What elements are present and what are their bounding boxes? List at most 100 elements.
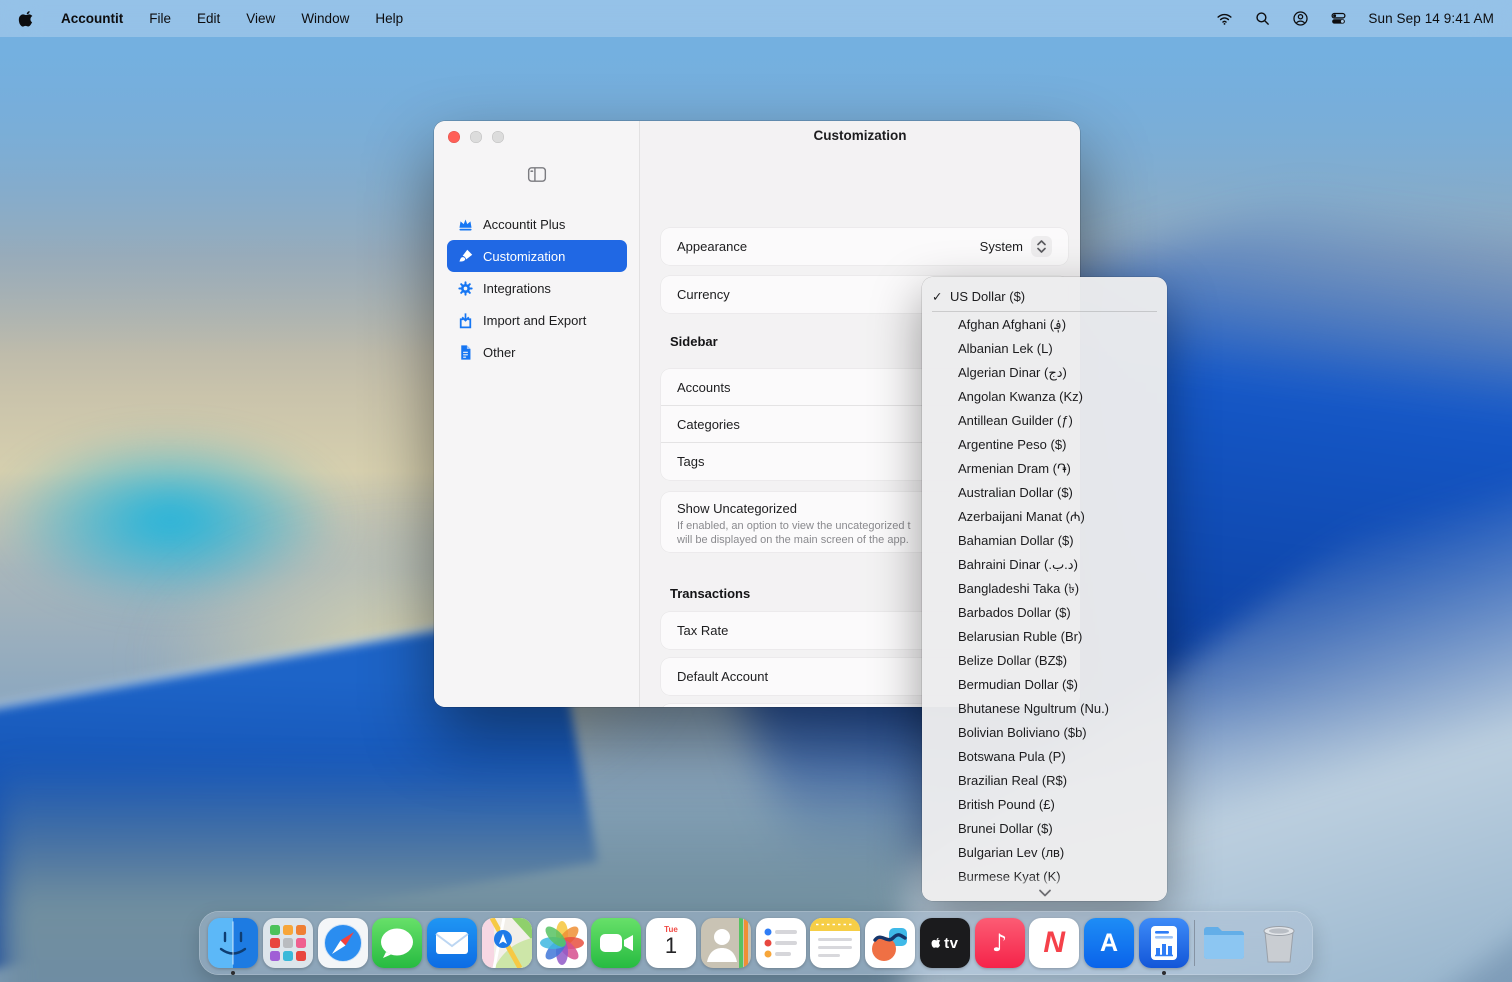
sidebar-item-customization[interactable]: Customization	[447, 240, 627, 272]
import-export-icon	[457, 312, 474, 329]
appearance-select[interactable]	[1031, 236, 1052, 257]
menu-option[interactable]: Argentine Peso ($)	[922, 433, 1167, 457]
sidebar-nav: Accountit Plus Customization	[447, 208, 627, 368]
dock-icon-app-store[interactable]: A	[1084, 918, 1134, 968]
user-icon[interactable]	[1292, 10, 1309, 27]
document-icon	[457, 344, 474, 361]
menu-option[interactable]: Belarusian Ruble (Br)	[922, 625, 1167, 649]
sidebar-item-label: Integrations	[483, 281, 551, 296]
wallpaper-teal-blob	[0, 400, 410, 640]
menu-option[interactable]: Angolan Kwanza (Kz)	[922, 385, 1167, 409]
menu-option[interactable]: Bangladeshi Taka (৳)	[922, 577, 1167, 601]
dock-icon-notes[interactable]	[810, 918, 860, 968]
menu-option[interactable]: Bolivian Boliviano ($b)	[922, 721, 1167, 745]
sidebar-item-label: Accountit Plus	[483, 217, 565, 232]
chevron-up-down-icon	[1036, 240, 1047, 253]
menubar-app-name[interactable]: Accountit	[61, 11, 123, 26]
categories-label: Categories	[677, 417, 740, 432]
dock-icon-news[interactable]: N	[1029, 918, 1079, 968]
menubar-item-edit[interactable]: Edit	[197, 11, 220, 26]
menu-divider	[932, 311, 1157, 312]
photos-pinwheel-icon	[537, 918, 587, 968]
menu-option-selected[interactable]: ✓ US Dollar ($)	[922, 283, 1167, 309]
dock-icon-reminders[interactable]	[756, 918, 806, 968]
selected-currency-label: US Dollar ($)	[950, 289, 1025, 304]
menu-option[interactable]: Brunei Dollar ($)	[922, 817, 1167, 841]
menu-option[interactable]: Antillean Guilder (ƒ)	[922, 409, 1167, 433]
tv-label: tv	[944, 935, 958, 952]
sidebar-item-integrations[interactable]: Integrations	[447, 272, 627, 304]
paintbrush-icon	[457, 248, 474, 265]
default-account-label: Default Account	[677, 669, 768, 684]
menu-option[interactable]: Azerbaijani Manat (₼)	[922, 505, 1167, 529]
dock-icon-facetime[interactable]	[591, 918, 641, 968]
menu-option[interactable]: Bulgarian Lev (лв)	[922, 841, 1167, 865]
control-center-icon[interactable]	[1330, 10, 1347, 27]
sidebar-item-other[interactable]: Other	[447, 336, 627, 368]
wifi-icon[interactable]	[1216, 10, 1233, 27]
sidebar-item-import-export[interactable]: Import and Export	[447, 304, 627, 336]
description-line-1: If enabled, an option to view the uncate…	[677, 520, 911, 532]
appearance-label: Appearance	[677, 239, 747, 254]
menu-option[interactable]: Bahraini Dinar (.د.ب)	[922, 553, 1167, 577]
menubar-clock[interactable]: Sun Sep 14 9:41 AM	[1368, 11, 1494, 26]
currency-label: Currency	[677, 287, 730, 302]
dock-icon-calendar[interactable]: Tue 1	[646, 918, 696, 968]
menu-option[interactable]: Brazilian Real (R$)	[922, 769, 1167, 793]
desktop: Accountit File Edit View Window Help	[0, 0, 1512, 982]
menubar-item-help[interactable]: Help	[375, 11, 403, 26]
zoom-button[interactable]	[492, 131, 504, 143]
dock-icon-music[interactable]: ♪	[975, 918, 1025, 968]
dock-icon-safari[interactable]	[318, 918, 368, 968]
sidebar-toggle-icon[interactable]	[527, 166, 547, 183]
launchpad-grid-icon	[263, 918, 313, 968]
menu-option[interactable]: British Pound (£)	[922, 793, 1167, 817]
menu-option[interactable]: Barbados Dollar ($)	[922, 601, 1167, 625]
safari-compass-icon	[318, 918, 368, 968]
dock-icon-mail[interactable]	[427, 918, 477, 968]
menu-option[interactable]: Albanian Lek (L)	[922, 337, 1167, 361]
description-line-2: will be displayed on the main screen of …	[677, 534, 909, 546]
dock-icon-finder[interactable]	[208, 918, 258, 968]
dock-icon-accountit[interactable]	[1139, 918, 1189, 968]
minimize-button[interactable]	[470, 131, 482, 143]
menu-option[interactable]: Belize Dollar (BZ$)	[922, 649, 1167, 673]
sidebar-item-label: Import and Export	[483, 313, 586, 328]
menu-option[interactable]: Bermudian Dollar ($)	[922, 673, 1167, 697]
finder-face-icon	[208, 918, 258, 968]
checkmark-icon: ✓	[932, 289, 944, 304]
menu-option[interactable]: Algerian Dinar (دج)	[922, 361, 1167, 385]
menubar-item-file[interactable]: File	[149, 11, 171, 26]
dock-icon-contacts[interactable]	[701, 918, 751, 968]
menu-option[interactable]: Armenian Dram (֏)	[922, 457, 1167, 481]
close-button[interactable]	[448, 131, 460, 143]
sidebar-item-accountit-plus[interactable]: Accountit Plus	[447, 208, 627, 240]
folder-icon	[1199, 918, 1249, 968]
dock-icon-trash[interactable]	[1254, 918, 1304, 968]
dock-icon-tv[interactable]: tv	[920, 918, 970, 968]
crown-icon	[457, 216, 474, 233]
sidebar-item-label: Customization	[483, 249, 565, 264]
menu-option[interactable]: Australian Dollar ($)	[922, 481, 1167, 505]
dock-icon-messages[interactable]	[372, 918, 422, 968]
section-header-sidebar: Sidebar	[670, 334, 718, 349]
search-icon[interactable]	[1254, 10, 1271, 27]
dock-icon-photos[interactable]	[537, 918, 587, 968]
menu-option[interactable]: Botswana Pula (P)	[922, 745, 1167, 769]
menu-option[interactable]: Bhutanese Ngultrum (Nu.)	[922, 697, 1167, 721]
menu-option[interactable]: Bahamian Dollar ($)	[922, 529, 1167, 553]
scroll-down-icon[interactable]	[1038, 888, 1052, 898]
dock-icon-downloads-folder[interactable]	[1199, 918, 1249, 968]
video-camera-icon	[591, 918, 641, 968]
dock-separator	[1194, 920, 1195, 966]
dock-icon-freeform[interactable]	[865, 918, 915, 968]
window-controls	[448, 131, 504, 143]
menu-scroll-fade	[922, 875, 1167, 901]
menubar-item-view[interactable]: View	[246, 11, 275, 26]
apple-menu[interactable]	[18, 10, 35, 27]
menubar-item-window[interactable]: Window	[301, 11, 349, 26]
dock-icon-maps[interactable]	[482, 918, 532, 968]
dock-icon-launchpad[interactable]	[263, 918, 313, 968]
menu-option[interactable]: Afghan Afghani (؋)	[922, 313, 1167, 337]
currency-dropdown-menu: ✓ US Dollar ($) Afghan Afghani (؋) Alban…	[922, 277, 1167, 901]
